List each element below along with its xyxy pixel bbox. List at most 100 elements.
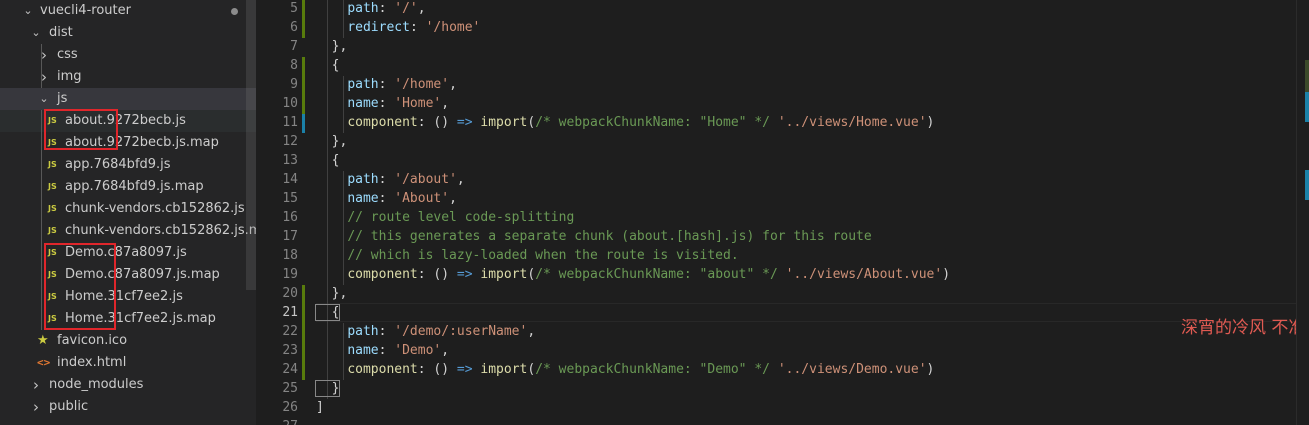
code-token: : xyxy=(378,1,395,16)
code-editor[interactable]: path: '/', redirect: '/home' }, { path: … xyxy=(314,0,1309,425)
code-token: path xyxy=(347,1,379,16)
javascript-file-icon: JS xyxy=(48,204,57,213)
code-token: => xyxy=(456,115,473,130)
file-item[interactable]: JS about.9272becb.js.map xyxy=(0,132,256,154)
editor-scrollbar[interactable] xyxy=(1296,0,1309,425)
file-item[interactable]: JS about.9272becb.js xyxy=(0,110,256,132)
code-token: : () xyxy=(417,267,457,282)
line-number: 17 xyxy=(282,229,298,244)
chevron-down-icon: ⌄ xyxy=(39,92,49,105)
code-token: , xyxy=(449,77,457,92)
javascript-file-icon: JS xyxy=(48,270,57,279)
item-label: js xyxy=(57,91,68,106)
code-token: { xyxy=(316,153,340,168)
code-line: component: () => import(/* webpackChunkN… xyxy=(316,113,934,132)
javascript-file-icon: JS xyxy=(48,138,57,147)
item-label: Demo.c87a8097.js.map xyxy=(65,267,220,282)
code-token: { xyxy=(316,58,340,73)
code-line: { xyxy=(314,303,341,322)
line-number: 20 xyxy=(282,286,298,301)
item-label: Home.31cf7ee2.js xyxy=(65,289,183,304)
watermark-text: 深宵的冷风 不准吹去她 xyxy=(1181,318,1309,338)
indent-guide xyxy=(41,66,42,88)
code-line: { xyxy=(316,151,340,170)
git-change-marker xyxy=(302,285,305,380)
code-line: { xyxy=(316,56,340,75)
folder-item[interactable]: ⌄ js xyxy=(0,88,256,110)
line-number: 21 xyxy=(282,305,298,320)
explorer-root-folder[interactable]: ⌄ vuecli4-router xyxy=(0,0,256,22)
folder-item[interactable]: ⌄ dist xyxy=(0,22,256,44)
code-token: '/home' xyxy=(425,20,481,35)
code-token: }, xyxy=(316,134,348,149)
chevron-down-icon: ⌄ xyxy=(23,4,33,17)
line-number: 8 xyxy=(290,58,298,73)
code-line: // which is lazy-loaded when the route i… xyxy=(316,246,739,265)
code-token: } xyxy=(314,380,341,397)
file-item[interactable]: JS Demo.c87a8097.js.map xyxy=(0,264,256,286)
line-number: 23 xyxy=(282,343,298,358)
line-number: 26 xyxy=(282,400,298,415)
code-token: , xyxy=(417,1,426,16)
folder-item[interactable]: › css xyxy=(0,44,256,66)
javascript-file-icon: JS xyxy=(48,160,57,169)
item-label: node_modules xyxy=(49,377,144,392)
code-token: : xyxy=(378,343,395,358)
file-item[interactable]: JS Home.31cf7ee2.js.map xyxy=(0,308,256,330)
folder-item[interactable]: › public xyxy=(0,396,256,418)
folder-item[interactable]: › img xyxy=(0,66,256,88)
line-number: 24 xyxy=(282,362,298,377)
code-token: name xyxy=(347,343,379,358)
code-token: , xyxy=(441,96,450,111)
code-line: component: () => import(/* webpackChunkN… xyxy=(316,360,934,379)
javascript-file-icon: JS xyxy=(48,292,57,301)
code-token: , xyxy=(456,172,465,187)
code-token: component xyxy=(347,267,418,282)
file-item[interactable]: JS app.7684bfd9.js xyxy=(0,154,256,176)
code-token: }, xyxy=(316,39,348,54)
file-item[interactable]: JS Home.31cf7ee2.js xyxy=(0,286,256,308)
code-token: : xyxy=(409,20,426,35)
folder-item[interactable]: › node_modules xyxy=(0,374,256,396)
code-token: // which is lazy-loaded when the route i… xyxy=(347,248,739,263)
code-token: component xyxy=(347,362,418,377)
code-token: import xyxy=(480,115,528,130)
code-token: redirect xyxy=(347,20,410,35)
line-number: 19 xyxy=(282,267,298,282)
javascript-file-icon: JS xyxy=(48,182,57,191)
file-item[interactable]: JS chunk-vendors.cb152862.js xyxy=(0,198,256,220)
file-item[interactable]: JS app.7684bfd9.js.map xyxy=(0,176,256,198)
code-token: 'About' xyxy=(394,191,450,206)
item-label: index.html xyxy=(57,355,127,370)
item-label: css xyxy=(57,47,78,62)
code-token: /* webpackChunkName: "Home" */ xyxy=(535,115,770,130)
git-change-marker xyxy=(302,0,305,38)
file-item[interactable]: <> index.html xyxy=(0,352,256,374)
line-number: 7 xyxy=(290,39,298,54)
line-number: 11 xyxy=(282,115,298,130)
code-token: '../views/Demo.vue' xyxy=(777,362,927,377)
code-token: import xyxy=(480,267,528,282)
git-change-marker xyxy=(302,114,305,133)
file-item[interactable]: JS chunk-vendors.cb152862.js.map xyxy=(0,220,256,242)
code-token: '../views/Home.vue' xyxy=(777,115,927,130)
sidebar-scrollbar[interactable] xyxy=(246,0,256,290)
item-label: dist xyxy=(49,25,73,40)
file-item[interactable]: JS Demo.c87a8097.js xyxy=(0,242,256,264)
code-line: } xyxy=(314,379,341,398)
indent-guide xyxy=(41,110,42,330)
code-token: : xyxy=(378,191,395,206)
code-token: }, xyxy=(316,286,348,301)
root-folder-label: vuecli4-router xyxy=(40,3,131,18)
file-item[interactable]: ★ favicon.ico xyxy=(0,330,256,352)
